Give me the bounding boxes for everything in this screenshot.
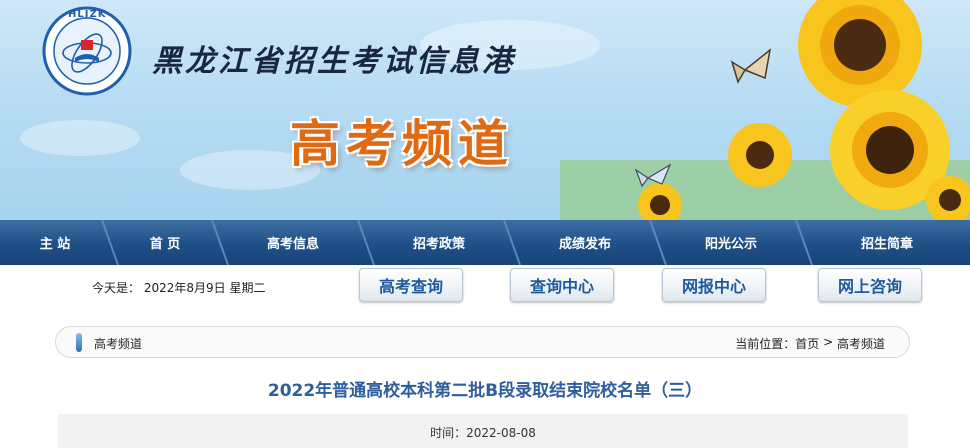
main-navigation: 主 站 首 页 高考信息 招考政策 成绩发布 阳光公示 招生简章: [0, 220, 970, 265]
article-time: 时间：2022-08-08: [430, 426, 536, 440]
nav-item-home[interactable]: 首 页: [110, 220, 220, 265]
nav-item-public-notice[interactable]: 阳光公示: [658, 220, 804, 265]
logo-seal-text: HLJZK: [68, 9, 107, 20]
site-name[interactable]: 黑龙江省招生考试信息港: [152, 36, 515, 80]
nav-item-label: 招生简章: [860, 237, 913, 252]
nav-item-gaokao-info[interactable]: 高考信息: [220, 220, 366, 265]
article-meta: 时间：2022-08-08: [58, 414, 908, 448]
breadcrumb-home-link[interactable]: 首页: [795, 335, 819, 352]
enroll-center-button[interactable]: 网报中心: [662, 268, 766, 302]
channel-title: 高考频道: [290, 115, 514, 173]
nav-item-admission-brochure[interactable]: 招生简章: [804, 220, 970, 265]
page: HLJZK 黑龙江省招生考试信息港 高考频道 主 站 首 页 高考信息 招考政策…: [0, 0, 970, 448]
breadcrumb-current-link[interactable]: 高考频道: [837, 335, 885, 352]
sunflower-icon: [798, 0, 922, 107]
nav-item-label: 主 站: [39, 237, 71, 252]
online-consult-button[interactable]: 网上咨询: [818, 268, 922, 302]
section-label: 高考频道: [94, 337, 143, 351]
nav-item-label: 高考信息: [266, 237, 319, 252]
gaokao-query-button[interactable]: 高考查询: [359, 268, 463, 302]
breadcrumb-path: 当前位置： 首页 > 高考频道: [735, 335, 885, 352]
butterfly-icon: [730, 48, 772, 84]
section-marker-icon: [76, 333, 82, 352]
nav-item-label: 阳光公示: [704, 237, 757, 252]
nav-item-score-release[interactable]: 成绩发布: [512, 220, 658, 265]
cloud-decoration: [20, 120, 140, 156]
sunflower-illustration: [560, 0, 970, 220]
breadcrumb-separator: >: [819, 335, 837, 349]
query-center-button[interactable]: 查询中心: [510, 268, 614, 302]
breadcrumb-location-label: 当前位置：: [735, 337, 796, 351]
nav-item-label: 首 页: [149, 237, 181, 252]
breadcrumb: 高考频道 当前位置： 首页 > 高考频道: [55, 326, 910, 358]
nav-item-label: 成绩发布: [558, 237, 611, 252]
current-date: 今天是： 2022年8月9日 星期二: [92, 281, 266, 295]
sunflower-icon: [728, 123, 792, 187]
nav-item-label: 招考政策: [412, 237, 465, 252]
article-title: 2022年普通高校本科第二批B段录取结束院校名单（三）: [267, 381, 703, 401]
nav-item-admission-policy[interactable]: 招考政策: [366, 220, 512, 265]
nav-item-main-site[interactable]: 主 站: [0, 220, 110, 265]
header-banner: HLJZK 黑龙江省招生考试信息港 高考频道: [0, 0, 970, 220]
